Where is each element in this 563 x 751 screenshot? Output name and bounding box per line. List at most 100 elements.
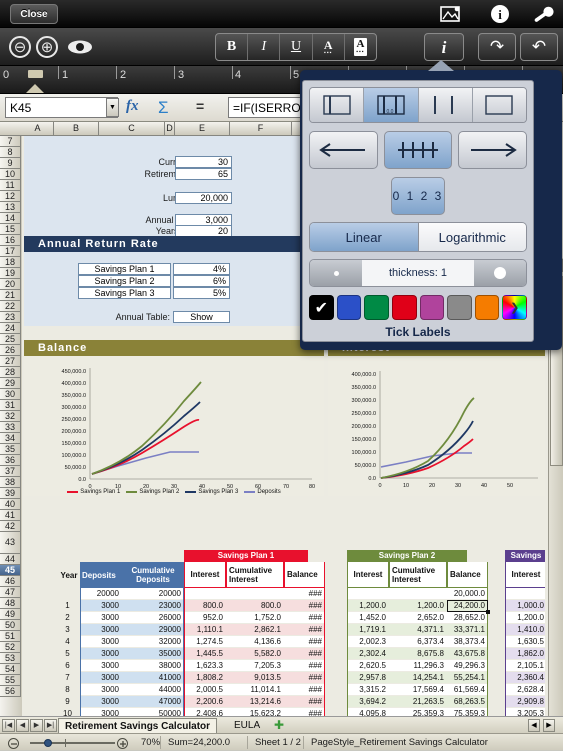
cell-deposit-53[interactable]: 3000 xyxy=(80,696,122,707)
cell-deposit-44[interactable]: 20000 xyxy=(80,588,122,599)
zoom-out-icon[interactable]: ⊖ xyxy=(9,36,31,58)
cell-p2_cumint-47[interactable]: 4,371.1 xyxy=(389,624,447,635)
column-header-b[interactable]: B xyxy=(54,122,99,135)
cell-p2_cumint-48[interactable]: 6,373.4 xyxy=(389,636,447,647)
page-style-label[interactable]: PageStyle_Retirement Savings Calculator xyxy=(303,736,488,749)
cell-p2_cumint-52[interactable]: 17,569.4 xyxy=(389,684,447,695)
cell-cumdep-46[interactable]: 26000 xyxy=(122,612,184,623)
cell-p2_cumint-54[interactable]: 25,359.3 xyxy=(389,708,447,716)
cell-p1_int-54[interactable]: 2,408.6 xyxy=(184,708,226,716)
cell-p2_int-49[interactable]: 2,302.4 xyxy=(347,648,389,659)
cell-deposit-51[interactable]: 3000 xyxy=(80,672,122,683)
row-header-49[interactable]: 49 xyxy=(0,609,21,620)
thickness-control[interactable]: thickness: 1 xyxy=(309,259,527,287)
cell-p1_cumint-52[interactable]: 11,014.1 xyxy=(226,684,284,695)
row-header-8[interactable]: 8 xyxy=(0,147,21,158)
cell-cumdep-48[interactable]: 32000 xyxy=(122,636,184,647)
cell-deposit-45[interactable]: 3000 xyxy=(80,600,122,611)
cell-p2_cumint-51[interactable]: 14,254.1 xyxy=(389,672,447,683)
row-header-41[interactable]: 41 xyxy=(0,510,21,521)
row-header-33[interactable]: 33 xyxy=(0,422,21,433)
fill-handle[interactable] xyxy=(486,610,490,614)
row-header-29[interactable]: 29 xyxy=(0,378,21,389)
zoom-in-icon[interactable]: ⊕ xyxy=(36,36,58,58)
cell-p2_cumint-45[interactable]: 1,200.0 xyxy=(389,600,447,611)
redo-button[interactable]: ↶ xyxy=(520,33,558,61)
prev-sheet-button[interactable]: ◀ xyxy=(16,719,29,732)
equals-icon[interactable]: = xyxy=(196,98,204,114)
number-format-button[interactable]: 0 1 2 3 xyxy=(391,177,445,215)
row-header-31[interactable]: 31 xyxy=(0,400,21,411)
cell-p1_cumint-51[interactable]: 9,013.5 xyxy=(226,672,284,683)
row-header-55[interactable]: 55 xyxy=(0,675,21,686)
axis-settings-popup[interactable]: 0.0 0 1 2 3 Linear Logarithmic thickness… xyxy=(300,60,562,350)
axis-position-segmented-control[interactable]: 0.0 xyxy=(309,87,527,123)
cell-year-49[interactable]: 5 xyxy=(58,648,80,659)
cell-deposit-49[interactable]: 3000 xyxy=(80,648,122,659)
name-box[interactable]: K45 xyxy=(5,97,118,118)
row-header-12[interactable]: 12 xyxy=(0,191,21,202)
cell-year-53[interactable]: 9 xyxy=(58,696,80,707)
cell-cumdep-47[interactable]: 29000 xyxy=(122,624,184,635)
name-box-dropdown-icon[interactable]: ▼ xyxy=(106,98,119,117)
axis-labels-icon[interactable]: 0.0 xyxy=(364,88,419,122)
cell-cumdep-52[interactable]: 44000 xyxy=(122,684,184,695)
cell-p3_int-46[interactable]: 1,200.0 xyxy=(505,612,545,623)
row-header-21[interactable]: 21 xyxy=(0,290,21,301)
zoom-slider-track[interactable] xyxy=(30,742,115,744)
color-swatch-more-icon[interactable]: ❯ xyxy=(502,295,527,320)
row-header-16[interactable]: 16 xyxy=(0,235,21,246)
indent-marker-bottom[interactable] xyxy=(26,84,44,93)
row-header-25[interactable]: 25 xyxy=(0,334,21,345)
row-header-39[interactable]: 39 xyxy=(0,488,21,499)
sheet-tab-retirement-savings-calculator[interactable]: Retirement Savings Calculator xyxy=(58,718,218,733)
column-header-c[interactable]: C xyxy=(99,122,165,135)
cell-year-51[interactable]: 7 xyxy=(58,672,80,683)
cell-deposit-54[interactable]: 3000 xyxy=(80,708,122,716)
cell-p1_bal-45[interactable]: ### xyxy=(284,600,325,611)
color-swatch-gray[interactable] xyxy=(447,295,472,320)
plan-2-rate[interactable]: 6% xyxy=(173,275,230,287)
row-header-10[interactable]: 10 xyxy=(0,169,21,180)
cell-cumdep-54[interactable]: 50000 xyxy=(122,708,184,716)
row-header-7[interactable]: 7 xyxy=(0,136,21,147)
sum-icon[interactable]: Σ xyxy=(158,98,169,118)
row-header-13[interactable]: 13 xyxy=(0,202,21,213)
row-header-34[interactable]: 34 xyxy=(0,433,21,444)
cell-p2_int-45[interactable]: 1,200.0 xyxy=(347,600,389,611)
cell-p1_cumint-49[interactable]: 5,582.0 xyxy=(226,648,284,659)
row-header-50[interactable]: 50 xyxy=(0,620,21,631)
cell-p1_bal-48[interactable]: ### xyxy=(284,636,325,647)
cell-deposit-48[interactable]: 3000 xyxy=(80,636,122,647)
row-header-14[interactable]: 14 xyxy=(0,213,21,224)
scale-mode-toggle[interactable]: Linear Logarithmic xyxy=(309,222,527,252)
cell-p2_int-48[interactable]: 2,002.3 xyxy=(347,636,389,647)
row-header-11[interactable]: 11 xyxy=(0,180,21,191)
cell-p3_int-50[interactable]: 2,105.1 xyxy=(505,660,545,671)
row-header-56[interactable]: 56 xyxy=(0,686,21,697)
cell-p3_int-53[interactable]: 2,909.8 xyxy=(505,696,545,707)
scale-logarithmic-button[interactable]: Logarithmic xyxy=(418,223,526,251)
cell-p3_int-52[interactable]: 2,628.4 xyxy=(505,684,545,695)
row-header-23[interactable]: 23 xyxy=(0,312,21,323)
next-sheet-button[interactable]: ▶ xyxy=(30,719,43,732)
eye-icon[interactable] xyxy=(66,39,94,55)
cell-p2_bal-52[interactable]: 61,569.4 xyxy=(447,684,488,695)
inspector-button[interactable]: i xyxy=(424,33,464,61)
cell-p3_int-44[interactable] xyxy=(505,588,545,599)
column-header-a[interactable]: A xyxy=(22,122,54,135)
cell-p3_int-47[interactable]: 1,410.0 xyxy=(505,624,545,635)
interest-chart[interactable]: 400,000.0 350,000.0 300,000.0 250,000.0 20… xyxy=(328,356,545,496)
row-header-43[interactable]: 43 xyxy=(0,532,21,554)
row-header-26[interactable]: 26 xyxy=(0,345,21,356)
color-swatch-red[interactable] xyxy=(391,295,417,320)
cell-p2_cumint-50[interactable]: 11,296.3 xyxy=(389,660,447,671)
cell-p1_int-50[interactable]: 1,623.3 xyxy=(184,660,226,671)
cell-p1_int-53[interactable]: 2,200.6 xyxy=(184,696,226,707)
last-sheet-button[interactable]: ▶| xyxy=(44,719,57,732)
color-swatch-green[interactable] xyxy=(364,295,389,320)
direction-left-button[interactable] xyxy=(309,131,378,169)
color-swatch-orange[interactable] xyxy=(474,295,500,320)
cell-p1_int-52[interactable]: 2,000.5 xyxy=(184,684,226,695)
image-icon[interactable] xyxy=(440,4,462,29)
